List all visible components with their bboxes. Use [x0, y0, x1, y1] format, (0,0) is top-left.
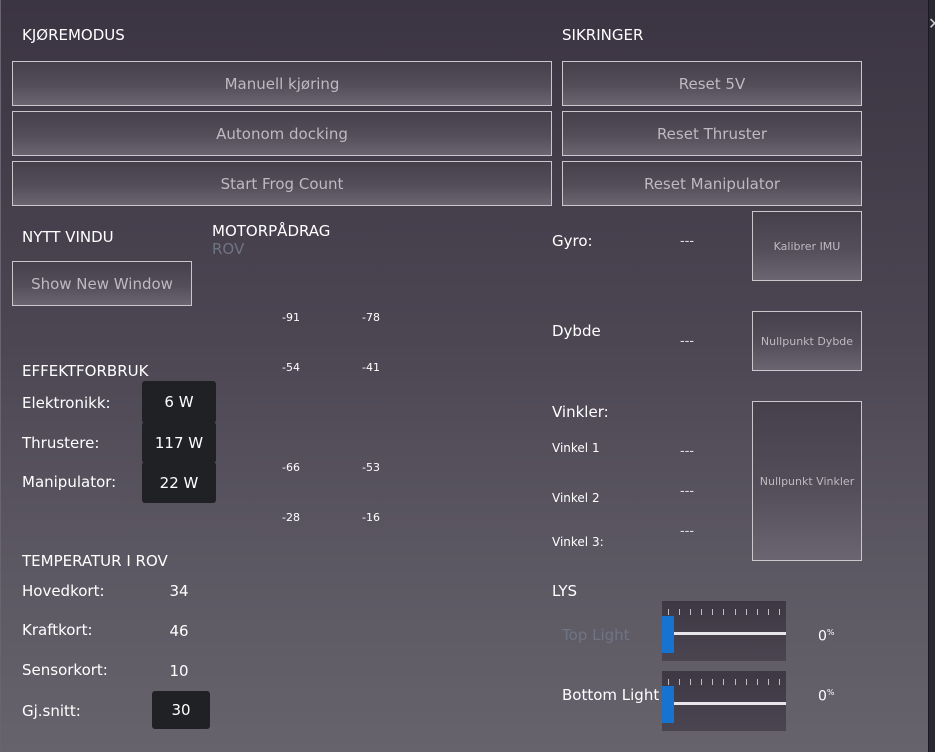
motor-value: -54 — [282, 361, 300, 374]
reset-5v-button[interactable]: Reset 5V — [562, 61, 862, 106]
motor-value: -53 — [362, 461, 380, 474]
motor-value: -28 — [282, 511, 300, 524]
top-light-slider[interactable] — [662, 601, 786, 661]
main-window: KJØREMODUS Manuell kjøring Autonom docki… — [0, 0, 929, 752]
gyro-value: --- — [680, 234, 695, 249]
nullpunkt-vinkler-button[interactable]: Nullpunkt Vinkler — [752, 401, 862, 561]
reset-thruster-button[interactable]: Reset Thruster — [562, 111, 862, 156]
effektforbruk-title: EFFEKTFORBRUK — [22, 362, 149, 380]
slider-ticks — [668, 609, 780, 615]
motor-value: -78 — [362, 311, 380, 324]
motorpadrag-subtitle: ROV — [212, 240, 245, 258]
motor-value: -91 — [282, 311, 300, 324]
vinkler-label: Vinkler: — [552, 403, 609, 421]
bottom-light-slider[interactable] — [662, 671, 786, 731]
vinkel-1-value: --- — [680, 444, 695, 459]
kjoremodus-title: KJØREMODUS — [22, 26, 125, 44]
slider-thumb[interactable] — [662, 616, 674, 653]
manipulator-label: Manipulator: — [22, 473, 117, 491]
slider-ticks — [668, 679, 780, 685]
motor-value: -66 — [282, 461, 300, 474]
manuell-kjoring-button[interactable]: Manuell kjøring — [12, 61, 552, 106]
lys-title: LYS — [552, 582, 578, 600]
reset-manipulator-button[interactable]: Reset Manipulator — [562, 161, 862, 206]
kraftkort-label: Kraftkort: — [22, 621, 93, 639]
slider-track — [668, 632, 786, 635]
gyro-label: Gyro: — [552, 232, 593, 250]
dybde-value: --- — [680, 334, 695, 349]
motorpadrag-title: MOTORPÅDRAG — [212, 222, 331, 240]
autonom-docking-button[interactable]: Autonom docking — [12, 111, 552, 156]
motor-value: -41 — [362, 361, 380, 374]
start-frog-count-button[interactable]: Start Frog Count — [12, 161, 552, 206]
slider-thumb[interactable] — [662, 686, 674, 723]
dybde-label: Dybde — [552, 322, 601, 340]
thrustere-value: 117 W — [142, 422, 216, 463]
slider-track — [668, 702, 786, 705]
gj-snitt-value: 30 — [152, 691, 210, 729]
manipulator-value: 22 W — [142, 462, 216, 503]
vinkel-1-label: Vinkel 1 — [552, 441, 600, 455]
vinkel-2-label: Vinkel 2 — [552, 491, 600, 505]
bottom-light-label: Bottom Light — [562, 686, 660, 704]
kraftkort-value: 46 — [169, 622, 189, 640]
vinkel-2-value: --- — [680, 484, 695, 499]
close-icon[interactable]: ✕ — [928, 14, 935, 33]
motor-value: -16 — [362, 511, 380, 524]
vinkel-3-label: Vinkel 3: — [552, 535, 604, 549]
nullpunkt-dybde-button[interactable]: Nullpunkt Dybde — [752, 311, 862, 371]
sensorkort-value: 10 — [169, 662, 189, 680]
kalibrer-imu-button[interactable]: Kalibrer IMU — [752, 211, 862, 281]
vinkel-3-value: --- — [680, 524, 695, 539]
elektronikk-value: 6 W — [142, 381, 216, 423]
nytt-vindu-title: NYTT VINDU — [22, 228, 114, 246]
show-new-window-button[interactable]: Show New Window — [12, 261, 192, 306]
bottom-light-percent: 0% — [818, 688, 835, 705]
hovedkort-label: Hovedkort: — [22, 582, 105, 600]
gj-snitt-label: Gj.snitt: — [22, 702, 81, 720]
elektronikk-label: Elektronikk: — [22, 394, 111, 412]
top-light-percent: 0% — [818, 628, 835, 645]
sikringer-title: SIKRINGER — [562, 26, 644, 44]
temperatur-title: TEMPERATUR I ROV — [22, 552, 168, 570]
thrustere-label: Thrustere: — [22, 434, 100, 452]
top-light-label: Top Light — [562, 626, 630, 644]
hovedkort-value: 34 — [169, 582, 189, 600]
sensorkort-label: Sensorkort: — [22, 661, 108, 679]
